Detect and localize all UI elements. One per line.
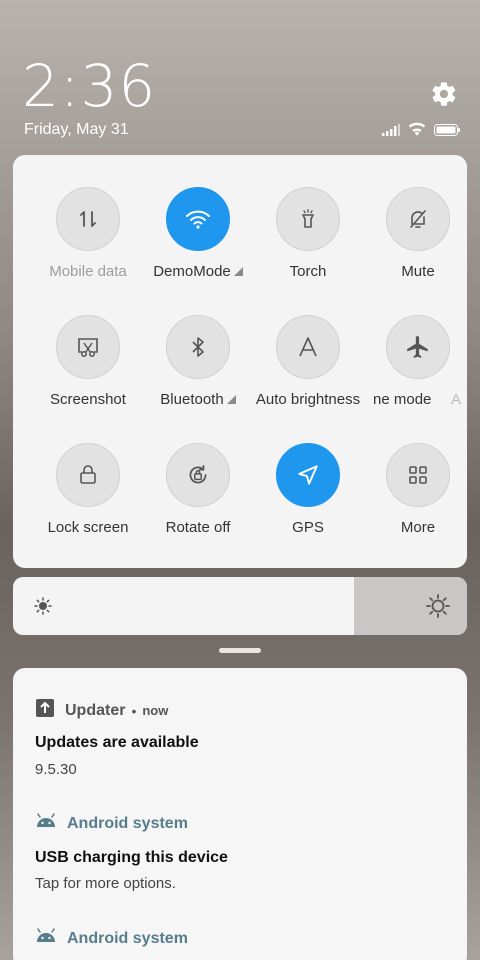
torch-icon — [276, 187, 340, 251]
date[interactable]: Friday, May 31 — [24, 121, 129, 139]
expand-triangle-icon — [226, 395, 236, 404]
screenshot-icon — [56, 315, 120, 379]
tile-mute[interactable]: Mute — [363, 187, 473, 297]
tile-label: DemoMode — [153, 263, 231, 280]
brightness-slider[interactable] — [13, 577, 467, 635]
tile-demomode[interactable]: DemoMode — [143, 187, 253, 297]
wifi-status-icon — [408, 122, 426, 141]
notification-app-name: Updater — [65, 701, 126, 719]
mobile-data-icon — [56, 187, 120, 251]
wifi-icon — [166, 187, 230, 251]
more-grid-icon — [386, 443, 450, 507]
status-icons — [382, 122, 460, 141]
settings-gear-icon[interactable] — [430, 80, 458, 108]
overflow-tile-label: A — [451, 391, 462, 408]
tile-airplane-mode[interactable]: ne mode — [363, 315, 473, 425]
tile-label: More — [400, 519, 436, 536]
mute-icon — [386, 187, 450, 251]
tile-auto-brightness[interactable]: Auto brightness — [253, 315, 363, 425]
tile-label: Auto brightness — [255, 391, 361, 408]
notification-header: Android system — [35, 813, 188, 834]
notification-body[interactable]: Tap for more options. — [35, 875, 176, 892]
tile-bluetooth[interactable]: Bluetooth — [143, 315, 253, 425]
expand-triangle-icon — [233, 267, 243, 276]
battery-icon — [434, 123, 460, 141]
tile-mobile-data[interactable]: Mobile data — [33, 187, 143, 297]
notification-time: now — [142, 703, 169, 718]
notification-title[interactable]: USB charging this device — [35, 849, 228, 867]
tile-label: ne mode — [373, 391, 432, 408]
bluetooth-icon — [166, 315, 230, 379]
tile-torch[interactable]: Torch — [253, 187, 363, 297]
notification-header: Updater • now — [35, 698, 168, 723]
separator-dot: • — [131, 702, 137, 719]
tile-rotate[interactable]: Rotate off — [143, 443, 253, 553]
tile-screenshot[interactable]: Screenshot — [33, 315, 143, 425]
notification-app-name: Android system — [67, 814, 188, 832]
tile-lock-screen[interactable]: Lock screen — [33, 443, 143, 553]
notification-title[interactable]: Updates are available — [35, 734, 199, 752]
brightness-high-icon — [425, 593, 451, 624]
tile-more[interactable]: More — [363, 443, 473, 553]
signal-icon — [382, 123, 400, 141]
tile-gps[interactable]: GPS — [253, 443, 363, 553]
status-area: 2:36 Friday, May 31 — [0, 0, 480, 150]
gps-icon — [276, 443, 340, 507]
notification-body[interactable]: 9.5.30 — [35, 761, 77, 778]
tile-label: Bluetooth — [160, 391, 224, 408]
notification-header: Android system — [35, 928, 188, 949]
lock-icon — [56, 443, 120, 507]
rotate-icon — [166, 443, 230, 507]
drag-handle[interactable] — [219, 648, 261, 653]
clock[interactable]: 2:36 — [22, 52, 156, 120]
android-icon — [35, 813, 57, 834]
brightness-low-icon — [33, 596, 53, 621]
notification-panel: Updater • now Updates are available 9.5.… — [13, 668, 467, 960]
auto-brightness-icon — [276, 315, 340, 379]
quick-settings-panel: Mobile data DemoMode Torch Mute Screensh… — [13, 155, 467, 568]
tile-label: Mute — [401, 263, 435, 280]
airplane-icon — [386, 315, 450, 379]
notification-app-name: Android system — [67, 929, 188, 947]
updater-app-icon — [35, 698, 55, 723]
android-icon — [35, 928, 57, 949]
